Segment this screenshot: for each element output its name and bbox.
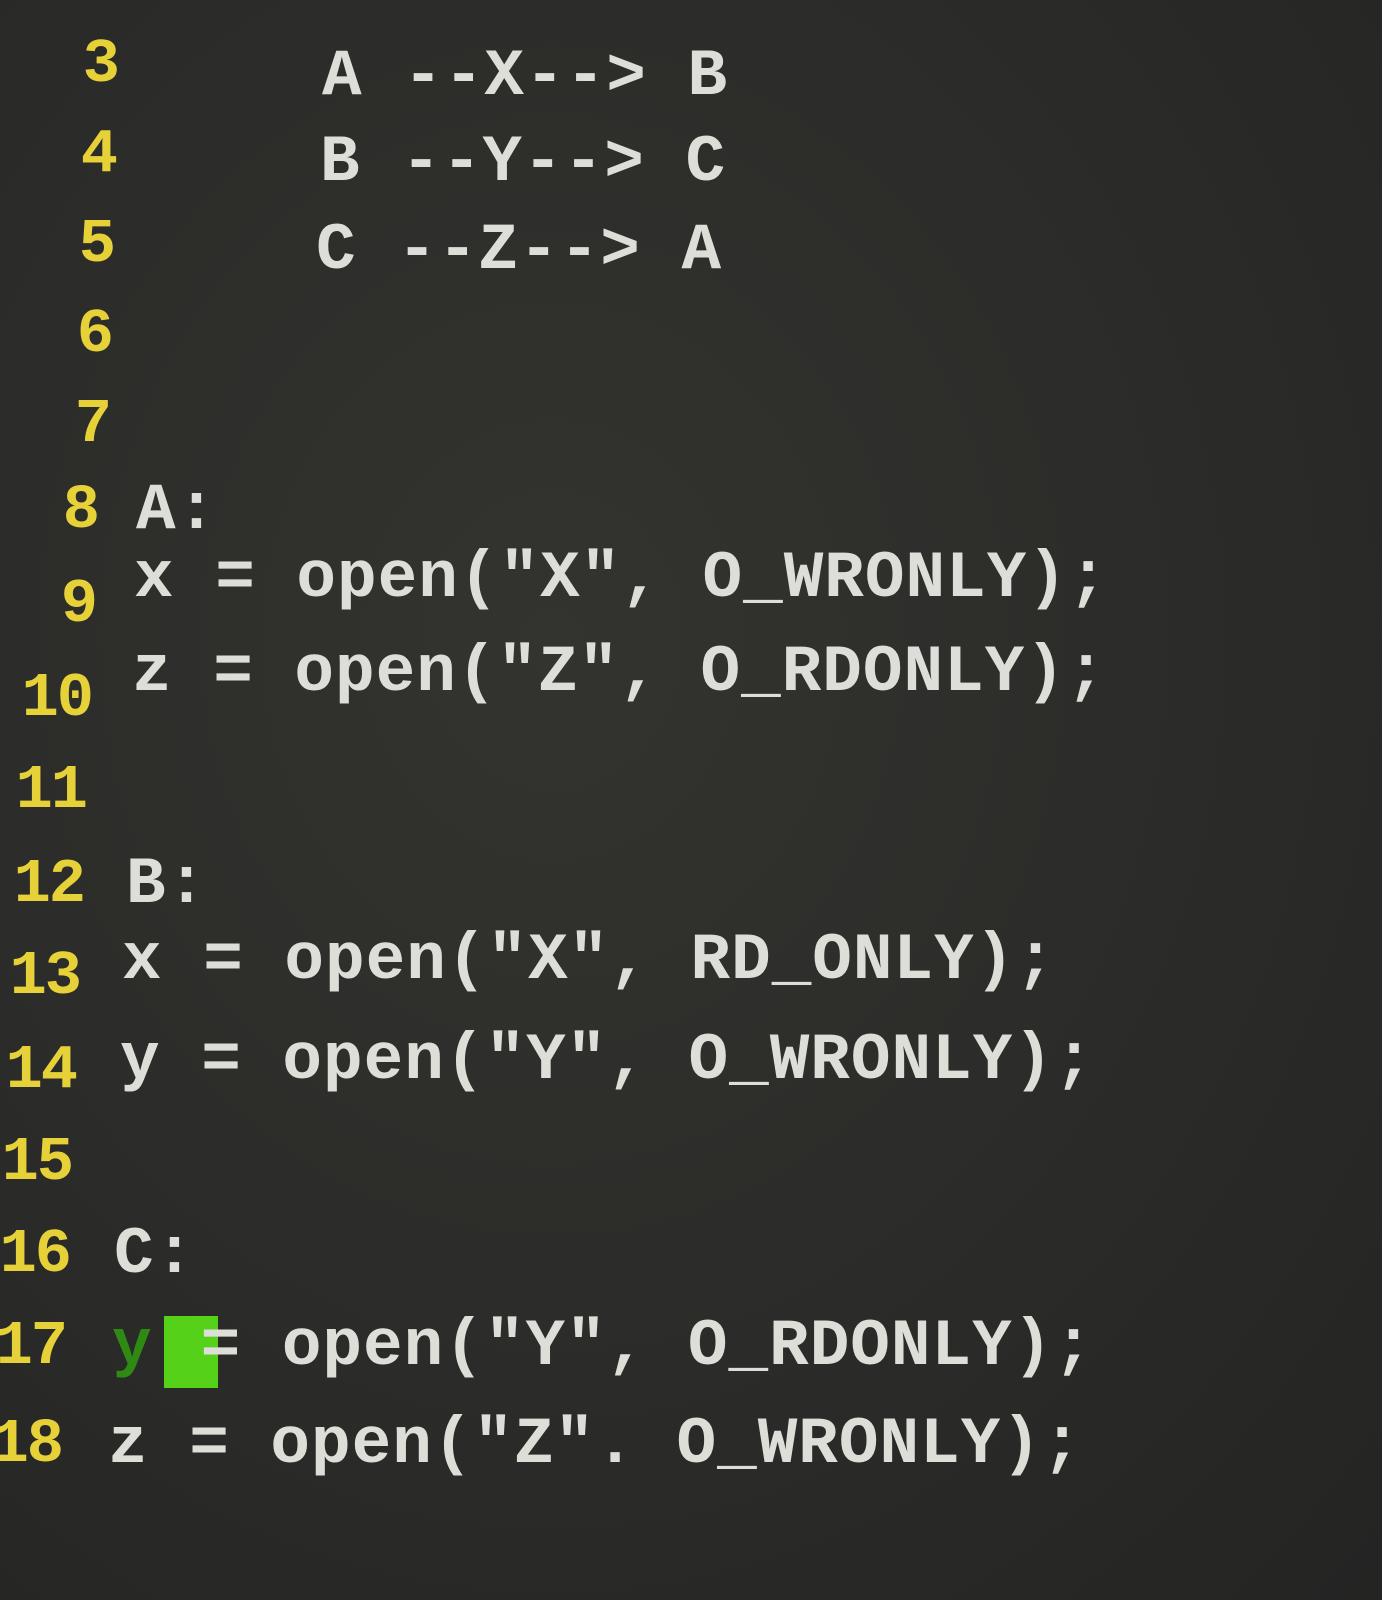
code-text: A --X--> B [322,39,729,114]
editor-line-17[interactable]: 17 y = open("Y", O_RDONLY); [0,1302,1382,1392]
cursor-char: y [112,1309,152,1384]
line-number: 3 [82,29,120,100]
line-number: 14 [5,1035,78,1106]
editor-line-4[interactable]: 4 B --Y--> C [0,110,1382,200]
line-number: 6 [76,299,114,370]
line-number: 4 [80,119,118,190]
line-number: 7 [74,389,112,460]
editor-line-5[interactable]: 5 C --Z--> A [0,200,1382,290]
line-number: 17 [0,1311,68,1382]
editor-line-16[interactable]: 16 C: [0,1210,1382,1300]
code-text: = open("Y", O_RDONLY); [160,1309,1094,1384]
code-text: x = open("X", O_WRONLY); [134,541,1109,616]
code-text: z = open("Z", O_RDONLY); [132,635,1107,710]
line-number: 11 [15,755,88,826]
code-text: C: [114,1217,196,1292]
code-text: x = open("X", RD_ONLY); [122,923,1056,998]
line-number: 5 [78,209,116,280]
editor-line-15[interactable]: 15 [0,1118,1382,1208]
editor-line-18[interactable]: 18 z = open("Z". O_WRONLY); [0,1400,1382,1490]
line-number: 10 [21,663,94,734]
editor-line-13[interactable]: 13 x = open("X", RD_ONLY); [0,923,1382,1022]
text-cursor[interactable]: y [106,1302,218,1392]
editor-line-11[interactable]: 11 [0,746,1382,836]
code-editor[interactable]: 3 A --X--> B 4 B --Y--> C 5 C --Z--> A 6… [0,0,1382,1600]
code-text: B --Y--> C [320,125,727,200]
editor-line-3[interactable]: 3 A --X--> B [0,20,1382,114]
editor-line-6[interactable]: 6 [0,290,1382,380]
code-text: C --Z--> A [316,213,723,288]
line-number: 8 [62,475,100,546]
line-number: 16 [0,1219,72,1290]
line-number: 9 [60,569,98,640]
line-number: 15 [1,1127,74,1198]
code-text: z = open("Z". O_WRONLY); [108,1407,1083,1482]
editor-line-10[interactable]: 10 z = open("Z", O_RDONLY); [0,635,1382,744]
line-number: 12 [13,849,86,920]
editor-line-7[interactable]: 7 [0,380,1382,470]
line-number: 18 [0,1409,64,1480]
editor-line-14[interactable]: 14 y = open("Y", O_WRONLY); [0,1023,1382,1116]
code-text: y = open("Y", O_WRONLY); [120,1023,1095,1098]
line-number: 13 [9,941,82,1012]
